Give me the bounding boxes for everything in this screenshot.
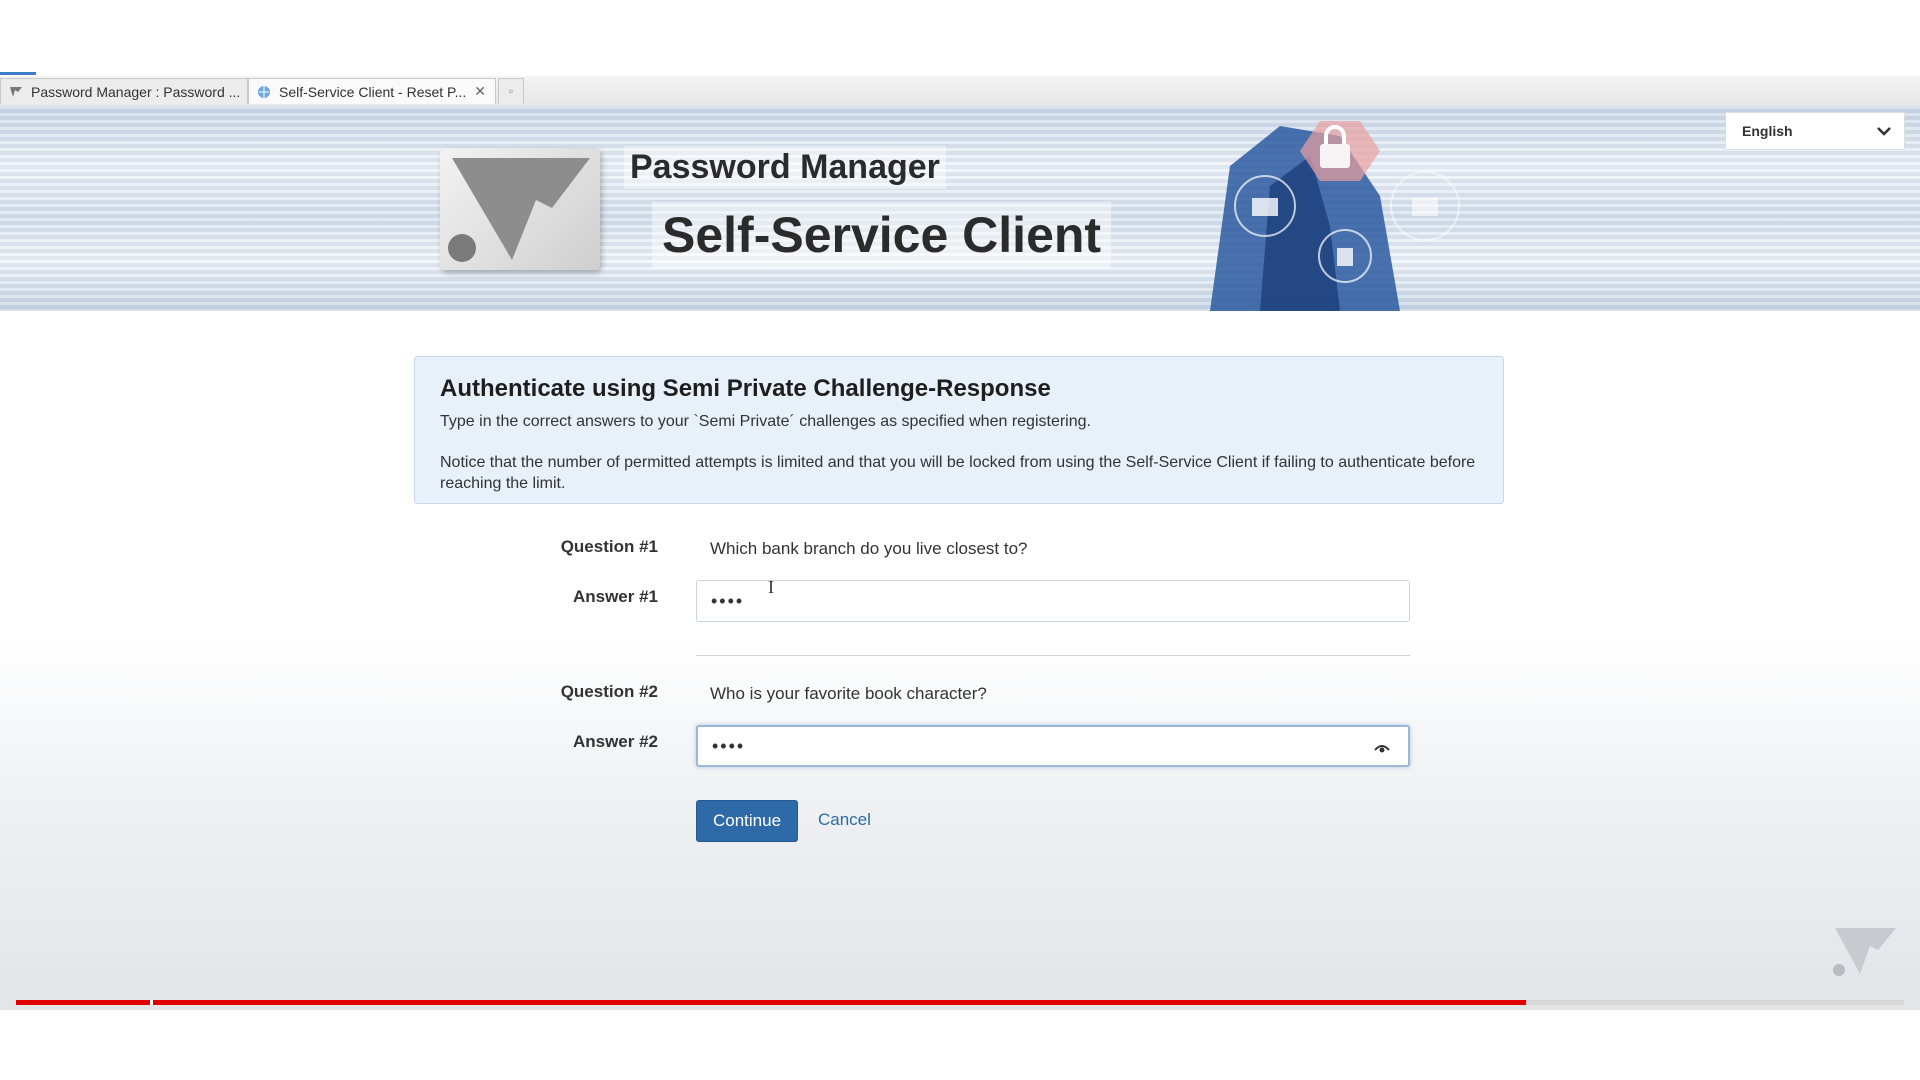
reveal-password-icon[interactable] xyxy=(1374,739,1390,753)
attempt-limit-notice: Notice that the number of permitted atte… xyxy=(440,454,1476,492)
new-tab-button[interactable]: ▫ xyxy=(498,78,524,104)
question2-text: Who is your favorite book character? xyxy=(710,684,987,703)
browser-tab-strip: Password Manager : Password ... Self-Ser… xyxy=(0,76,1920,107)
tab-title: Self-Service Client - Reset P... xyxy=(279,83,467,100)
answer1-value: •••• xyxy=(711,590,745,611)
app-favicon-icon xyxy=(9,85,23,99)
text-cursor-icon: I xyxy=(768,577,774,597)
question1-text: Which bank branch do you live closest to… xyxy=(710,539,1028,558)
answer2-value: •••• xyxy=(712,735,746,756)
brand-logo xyxy=(440,148,600,270)
language-value: English xyxy=(1742,123,1793,139)
answer1-input[interactable]: •••• xyxy=(696,580,1410,622)
page-title: Authenticate using Semi Private Challeng… xyxy=(440,375,1051,402)
globe-icon xyxy=(257,85,271,99)
video-progress-bar[interactable] xyxy=(16,1000,1904,1005)
answer1-label: Answer #1 xyxy=(572,587,658,606)
question2-label: Question #2 xyxy=(560,682,658,701)
language-select[interactable]: English xyxy=(1725,112,1905,150)
cancel-link[interactable]: Cancel xyxy=(818,810,871,830)
close-tab-icon[interactable]: ✕ xyxy=(474,83,486,100)
question1-label: Question #1 xyxy=(560,537,658,556)
header-banner: Password Manager Self-Service Client xyxy=(0,106,1920,311)
video-progress-fill xyxy=(16,1000,1527,1005)
form-divider xyxy=(696,655,1410,656)
continue-button[interactable]: Continue xyxy=(696,800,798,842)
app-subtitle: Self-Service Client xyxy=(652,202,1112,268)
page-load-indicator xyxy=(0,72,36,75)
answer2-label: Answer #2 xyxy=(572,732,658,751)
instructions-panel: Authenticate using Semi Private Challeng… xyxy=(414,356,1504,504)
watermark-logo xyxy=(1830,920,1900,980)
instructions-text: Type in the correct answers to your `Sem… xyxy=(440,413,1091,430)
tab-title: Password Manager : Password ... xyxy=(31,83,241,100)
tab-self-service-client[interactable]: Self-Service Client - Reset P... ✕ xyxy=(248,78,496,104)
answer2-input[interactable]: •••• xyxy=(696,725,1410,767)
app-title: Password Manager xyxy=(624,146,946,189)
security-hero-image xyxy=(1190,106,1490,311)
tab-password-manager[interactable]: Password Manager : Password ... xyxy=(0,78,248,104)
chevron-down-icon xyxy=(1876,123,1892,139)
